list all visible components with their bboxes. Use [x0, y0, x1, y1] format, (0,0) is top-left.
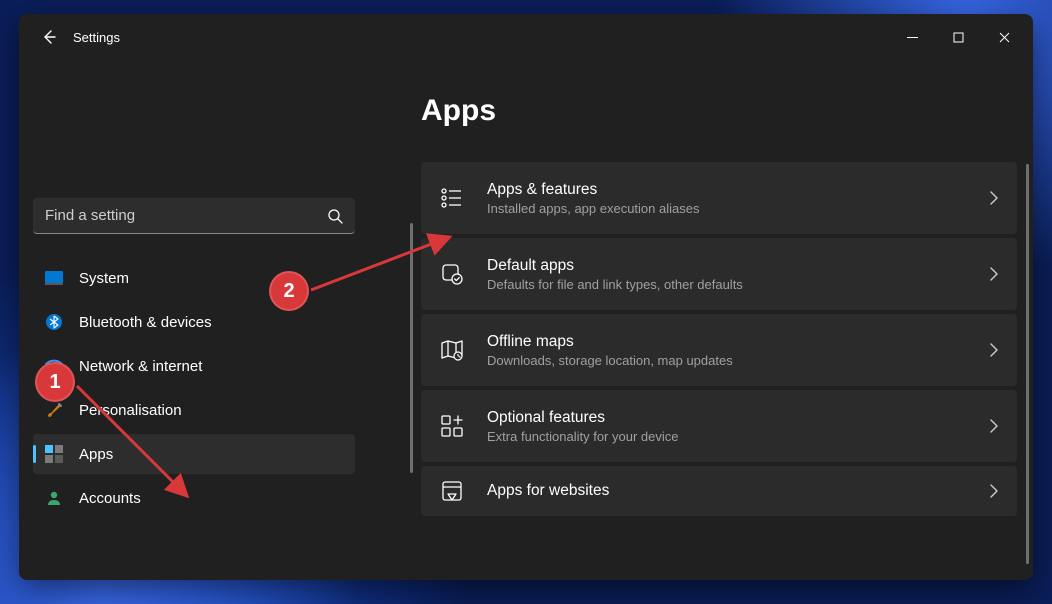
chevron-right-icon [989, 484, 999, 498]
card-subtitle: Downloads, storage location, map updates [487, 353, 967, 368]
bluetooth-icon [45, 313, 63, 331]
page-title: Apps [421, 94, 1017, 128]
minimize-icon [907, 32, 918, 43]
card-offline-maps[interactable]: Offline maps Downloads, storage location… [421, 314, 1017, 386]
search-box[interactable] [33, 198, 355, 234]
annotation-badge-2: 2 [269, 271, 309, 311]
sidebar-item-bluetooth[interactable]: Bluetooth & devices [33, 302, 355, 342]
person-icon [45, 489, 63, 507]
sidebar-item-label: Bluetooth & devices [79, 314, 212, 331]
settings-cards: Apps & features Installed apps, app exec… [421, 162, 1017, 516]
card-apps-and-features[interactable]: Apps & features Installed apps, app exec… [421, 162, 1017, 234]
settings-window: Settings System [19, 14, 1033, 580]
card-title: Offline maps [487, 333, 967, 351]
apps-icon [45, 445, 63, 463]
map-icon [439, 339, 465, 361]
search-icon [327, 208, 343, 224]
card-title: Optional features [487, 409, 967, 427]
chevron-right-icon [989, 191, 999, 205]
card-optional-features[interactable]: Optional features Extra functionality fo… [421, 390, 1017, 462]
close-button[interactable] [981, 18, 1027, 56]
arrow-left-icon [41, 29, 57, 45]
annotation-badge-1: 1 [35, 362, 75, 402]
maximize-button[interactable] [935, 18, 981, 56]
close-icon [999, 32, 1010, 43]
annotation-arrow-2 [307, 232, 457, 297]
sidebar-item-label: System [79, 270, 129, 287]
annotation-arrow-1 [73, 382, 203, 512]
search-input[interactable] [45, 207, 327, 224]
card-title: Default apps [487, 257, 967, 275]
main-scrollbar[interactable] [1026, 164, 1029, 564]
card-apps-for-websites[interactable]: Apps for websites [421, 466, 1017, 516]
chevron-right-icon [989, 419, 999, 433]
chevron-right-icon [989, 343, 999, 357]
chevron-right-icon [989, 267, 999, 281]
back-button[interactable] [31, 19, 67, 55]
brush-icon [45, 401, 63, 419]
list-icon [439, 188, 465, 208]
maximize-icon [953, 32, 964, 43]
website-icon [439, 480, 465, 502]
card-subtitle: Extra functionality for your device [487, 429, 967, 444]
card-subtitle: Installed apps, app execution aliases [487, 201, 967, 216]
card-default-apps[interactable]: Default apps Defaults for file and link … [421, 238, 1017, 310]
card-title: Apps & features [487, 181, 967, 199]
main-panel: Apps Apps & features Installed apps, app… [369, 60, 1033, 580]
card-subtitle: Defaults for file and link types, other … [487, 277, 967, 292]
minimize-button[interactable] [889, 18, 935, 56]
sidebar-item-network[interactable]: Network & internet [33, 346, 355, 386]
app-title: Settings [73, 30, 120, 45]
sidebar-item-label: Network & internet [79, 358, 202, 375]
display-icon [45, 269, 63, 287]
titlebar: Settings [19, 14, 1033, 60]
grid-plus-icon [439, 415, 465, 437]
card-title: Apps for websites [487, 482, 967, 500]
